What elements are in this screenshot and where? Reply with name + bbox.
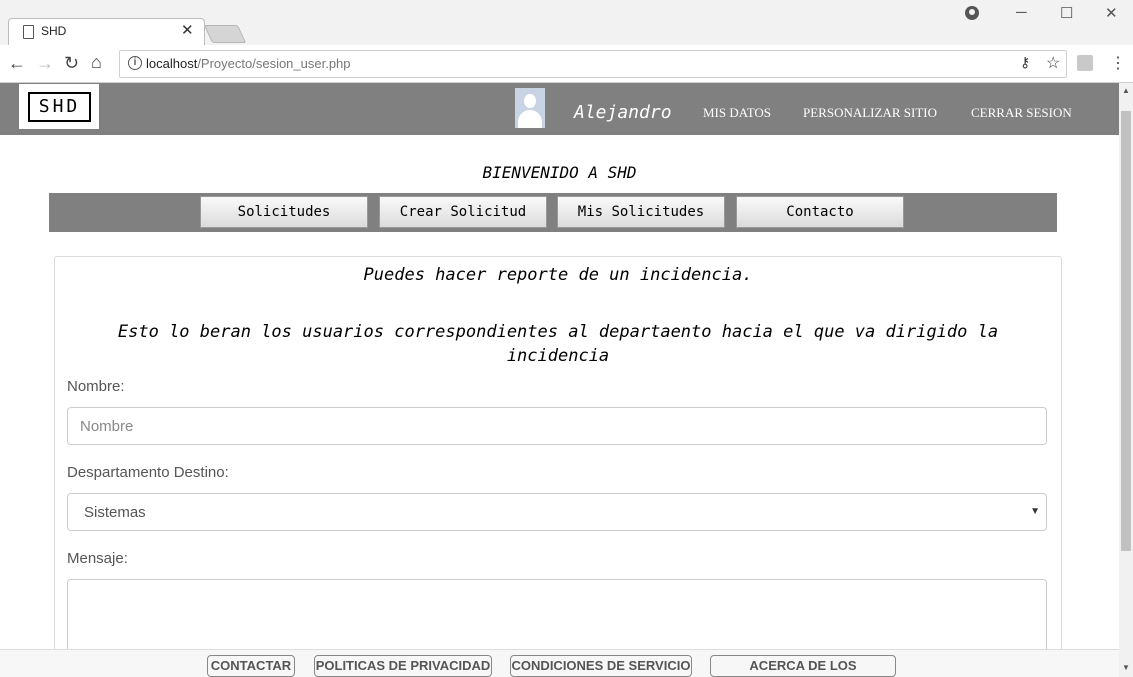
address-bar[interactable]: i localhost/Proyecto/sesion_user.php ⚷ ☆ — [119, 50, 1067, 78]
mis-datos-link[interactable]: MIS DATOS — [703, 105, 771, 121]
scroll-thumb[interactable] — [1121, 111, 1131, 551]
name-label: Nombre: — [67, 378, 125, 395]
browser-menu-icon[interactable]: ⋮ — [1110, 53, 1126, 73]
maximize-icon[interactable]: ☐ — [1060, 4, 1073, 22]
footer-creadores-button[interactable]: ACERCA DE LOS CREADORES — [710, 655, 896, 677]
close-tab-icon[interactable]: ✕ — [181, 21, 194, 39]
document-icon — [23, 25, 34, 39]
new-tab-button[interactable] — [203, 25, 247, 43]
close-window-icon[interactable]: ✕ — [1105, 4, 1118, 22]
info-icon[interactable]: i — [128, 56, 142, 70]
page-content: SHD Alejandro MIS DATOS PERSONALIZAR SIT… — [0, 83, 1119, 677]
menu-mis-solicitudes-button[interactable]: Mis Solicitudes — [557, 196, 725, 228]
site-footer: CONTACTAR POLITICAS DE PRIVACIDAD CONDIC… — [0, 649, 1119, 677]
page-scrollbar[interactable]: ▲ ▼ — [1119, 83, 1133, 677]
home-icon[interactable]: ⌂ — [91, 52, 102, 73]
site-header: SHD Alejandro MIS DATOS PERSONALIZAR SIT… — [0, 83, 1119, 135]
tab-title: SHD — [41, 24, 67, 38]
site-logo[interactable]: SHD — [19, 84, 99, 129]
browser-tab[interactable]: SHD ✕ — [8, 18, 205, 46]
name-input[interactable] — [67, 407, 1047, 445]
menu-crear-solicitud-button[interactable]: Crear Solicitud — [379, 196, 547, 228]
department-label: Despartamento Destino: — [67, 464, 229, 481]
browser-toolbar: ← → ↻ ⌂ i localhost/Proyecto/sesion_user… — [0, 45, 1133, 83]
user-profile-icon[interactable] — [965, 6, 979, 20]
main-menu: Solicitudes Crear Solicitud Mis Solicitu… — [49, 193, 1057, 232]
form-intro: Puedes hacer reporte de un incidencia. — [363, 265, 753, 285]
footer-condiciones-button[interactable]: CONDICIONES DE SERVICIO — [510, 655, 692, 677]
department-selected-value: Sistemas — [84, 504, 146, 521]
url-text[interactable]: localhost/Proyecto/sesion_user.php — [146, 56, 351, 71]
cerrar-sesion-link[interactable]: CERRAR SESION — [971, 105, 1072, 121]
scroll-up-icon[interactable]: ▲ — [1122, 86, 1130, 95]
bookmark-star-icon[interactable]: ☆ — [1046, 53, 1060, 73]
key-icon[interactable]: ⚷ — [1020, 54, 1030, 71]
incident-form: Puedes hacer reporte de un incidencia. E… — [54, 256, 1062, 677]
message-label: Mensaje: — [67, 550, 128, 567]
back-icon[interactable]: ← — [8, 53, 26, 74]
menu-solicitudes-button[interactable]: Solicitudes — [200, 196, 368, 228]
forward-icon[interactable]: → — [36, 53, 54, 74]
logo-text: SHD — [28, 92, 91, 122]
reload-icon[interactable]: ↻ — [64, 53, 79, 74]
username: Alejandro — [574, 102, 672, 123]
avatar[interactable] — [515, 88, 545, 128]
browser-tabstrip: SHD ✕ ─ ☐ ✕ — [0, 0, 1133, 46]
chevron-down-icon: ▼ — [1030, 506, 1040, 517]
scroll-down-icon[interactable]: ▼ — [1122, 663, 1130, 672]
menu-contacto-button[interactable]: Contacto — [736, 196, 904, 228]
footer-privacidad-button[interactable]: POLITICAS DE PRIVACIDAD — [314, 655, 492, 677]
form-note: Esto lo beran los usuarios correspondien… — [117, 322, 999, 366]
page-title: BIENVENIDO A SHD — [482, 163, 637, 182]
personalizar-sitio-link[interactable]: PERSONALIZAR SITIO — [803, 105, 937, 121]
extension-icon[interactable] — [1077, 55, 1093, 71]
department-select[interactable]: Sistemas ▼ — [67, 493, 1047, 531]
footer-contactar-button[interactable]: CONTACTAR — [207, 655, 295, 677]
minimize-icon[interactable]: ─ — [1016, 4, 1027, 21]
